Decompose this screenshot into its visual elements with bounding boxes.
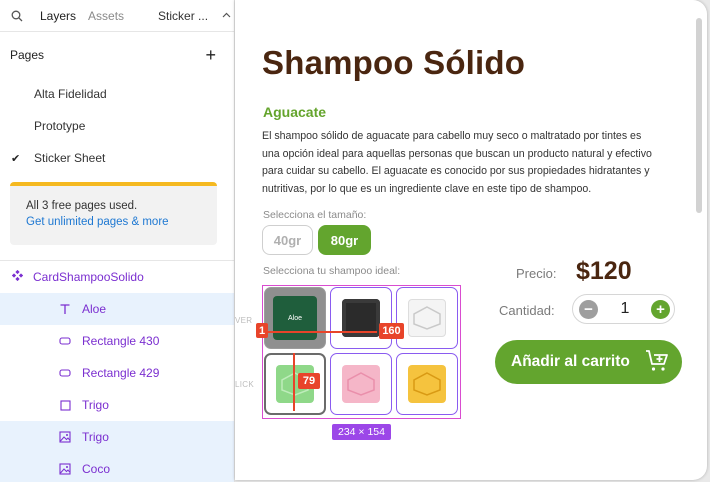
shampoo-select-label: Selecciona tu shampoo ideal: <box>263 265 401 277</box>
quantity-value: 1 <box>620 300 630 317</box>
layer-label: Aloe <box>82 302 107 316</box>
measure-badge-left: 1 <box>256 323 268 338</box>
rose-soap-image <box>342 365 380 403</box>
page-item-alta-fidelidad[interactable]: Alta Fidelidad <box>0 78 234 110</box>
layer-label: Rectangle 429 <box>82 366 160 380</box>
page-item-sticker-sheet[interactable]: ✔ Sticker Sheet <box>0 142 234 174</box>
layer-rectangle-429[interactable]: Rectangle 429 <box>0 357 234 389</box>
price-label: Precio: <box>516 266 557 281</box>
product-title: Shampoo Sólido <box>262 44 526 81</box>
decrement-button[interactable]: − <box>579 300 598 319</box>
page-item-label: Alta Fidelidad <box>34 87 107 101</box>
tab-layers[interactable]: Layers <box>34 9 82 23</box>
product-variant: Aguacate <box>263 104 327 120</box>
shampoo-grid[interactable]: Aloe <box>262 285 461 419</box>
layer-trigo-image[interactable]: Trigo <box>0 421 234 453</box>
page-item-prototype[interactable]: Prototype <box>0 110 234 142</box>
quantity-label: Cantidad: <box>499 303 555 318</box>
layer-label: Rectangle 430 <box>82 334 160 348</box>
add-page-icon[interactable]: + <box>205 46 216 64</box>
product-card[interactable]: Shampoo Sólido Aguacate El shampoo sólid… <box>235 0 707 480</box>
pages-header: Pages + <box>0 32 234 78</box>
size-option-80gr[interactable]: 80gr <box>318 225 371 255</box>
aloe-soap-image: Aloe <box>273 296 317 340</box>
layer-label: Trigo <box>82 398 109 412</box>
image-icon <box>58 463 72 475</box>
increment-button[interactable]: + <box>651 300 670 319</box>
description-line: nutritivas, por lo que es un ingrediente… <box>262 182 592 195</box>
ghost-label-hover: VER <box>235 316 253 325</box>
page-item-label: Sticker Sheet <box>34 151 106 165</box>
add-to-cart-label: Añadir al carrito <box>511 353 630 370</box>
search-icon[interactable] <box>0 10 34 22</box>
checkmark-icon: ✔ <box>11 152 21 165</box>
size-option-40gr[interactable]: 40gr <box>262 225 313 255</box>
upgrade-link[interactable]: Get unlimited pages & more <box>26 214 201 230</box>
layer-label: Coco <box>82 462 111 476</box>
shampoo-option-rosa[interactable] <box>330 353 392 415</box>
notice-text: All 3 free pages used. <box>26 200 138 212</box>
design-canvas[interactable]: Shampoo Sólido Aguacate El shampoo sólid… <box>235 0 710 482</box>
description-line: una opción ideal para aquellas personas … <box>262 147 652 160</box>
layer-tree: CardShampooSolido Aloe Rectangle 430 Rec… <box>0 260 234 482</box>
card-scrollbar[interactable] <box>696 18 702 213</box>
frame-icon <box>58 399 72 411</box>
rectangle-icon <box>58 369 72 377</box>
page-item-label: Prototype <box>34 119 86 133</box>
ghost-label-click: LICK <box>235 380 254 389</box>
measure-guide-horizontal <box>259 331 377 333</box>
shampoo-option-trigo[interactable] <box>396 353 458 415</box>
size-label: Selecciona el tamaño: <box>263 209 367 221</box>
layer-coco-image[interactable]: Coco <box>0 453 234 482</box>
description-line: para cuidar su cabello. El aguacate es c… <box>262 165 650 177</box>
coconut-soap-image <box>408 299 446 337</box>
figma-window: Layers Assets Sticker ... Pages + Alta F… <box>0 0 710 482</box>
layer-label: Trigo <box>82 430 109 444</box>
shampoo-option-coco[interactable] <box>396 287 458 349</box>
rectangle-icon <box>58 337 72 345</box>
page-switcher[interactable]: Sticker ... <box>152 9 214 23</box>
product-description: El shampoo sólido de aguacate para cabel… <box>262 128 682 198</box>
aloe-label: Aloe <box>287 314 302 322</box>
layer-trigo-frame[interactable]: Trigo <box>0 389 234 421</box>
panel-topbar: Layers Assets Sticker ... <box>0 0 234 32</box>
layer-aloe[interactable]: Aloe <box>0 293 234 325</box>
measure-badge-bottom: 79 <box>298 373 320 389</box>
layers-panel: Layers Assets Sticker ... Pages + Alta F… <box>0 0 235 482</box>
description-line: El shampoo sólido de aguacate para cabel… <box>262 130 642 142</box>
image-icon <box>58 431 72 443</box>
pages-heading: Pages <box>10 48 45 62</box>
measure-badge-right: 160 <box>379 323 404 339</box>
cart-plus-icon <box>645 349 669 378</box>
price-value: $120 <box>576 257 632 285</box>
layer-rectangle-430[interactable]: Rectangle 430 <box>0 325 234 357</box>
free-plan-notice: All 3 free pages used. Get unlimited pag… <box>10 182 217 245</box>
chevron-up-icon[interactable] <box>222 10 231 21</box>
text-icon <box>58 303 72 315</box>
add-to-cart-button[interactable]: Añadir al carrito <box>495 340 682 384</box>
layer-component-cardshampoosolido[interactable]: CardShampooSolido <box>0 261 234 293</box>
layer-label: CardShampooSolido <box>33 270 144 284</box>
wheat-soap-image <box>408 365 446 403</box>
shampoo-option-carbon[interactable] <box>330 287 392 349</box>
quantity-stepper[interactable]: − 1 + <box>572 294 675 324</box>
measure-guide-vertical <box>293 353 295 411</box>
tab-assets[interactable]: Assets <box>82 9 130 23</box>
component-icon <box>11 269 24 284</box>
selection-dimensions-badge: 234 × 154 <box>332 424 391 440</box>
shampoo-option-aloe[interactable]: Aloe <box>264 287 326 349</box>
